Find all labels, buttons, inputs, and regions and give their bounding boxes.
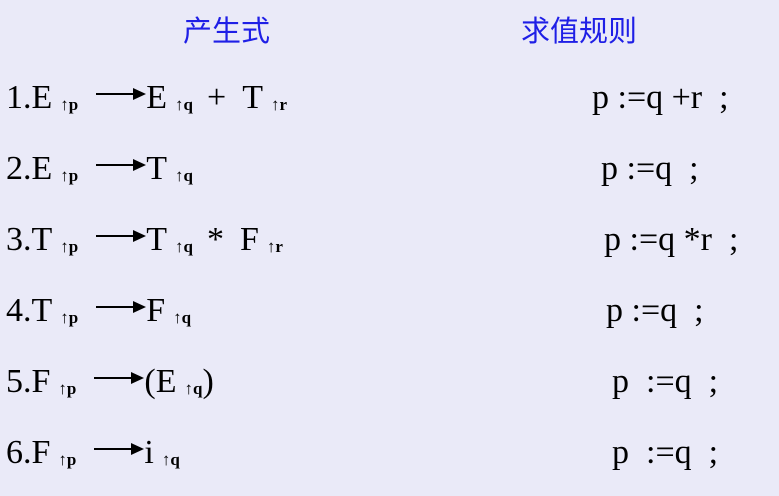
rhs-symbol-2: F: [240, 221, 259, 258]
rhs-attribute: ↑q: [173, 308, 192, 327]
evaluation-rule-2: p :=q ;: [601, 150, 699, 187]
production-1: 1.E ↑p E ↑q + T ↑r: [6, 81, 293, 115]
lhs-symbol: 3.T: [6, 221, 53, 258]
rule-row-4: 4.T ↑p F ↑q p :=q ;: [0, 294, 779, 354]
evaluation-rule-4: p :=q ;: [606, 292, 704, 329]
rule-row-2: 2.E ↑p T ↑q p :=q ;: [0, 152, 779, 212]
lhs-symbol: 5.F: [6, 363, 51, 400]
lhs-attribute: ↑p: [60, 95, 79, 114]
lhs-attribute: ↑p: [58, 379, 77, 398]
right-arrow-icon: [94, 366, 145, 390]
production-2: 2.E ↑p T ↑q: [6, 152, 199, 186]
lhs-attribute: ↑p: [60, 237, 79, 256]
evaluation-rule-6: p :=q ;: [612, 434, 719, 471]
rhs-symbol: T: [146, 221, 168, 258]
rule-row-6: 6.F ↑p i ↑q p :=q ;: [0, 436, 779, 496]
evaluation-rule-header: 求值规则: [521, 14, 638, 48]
production-header: 产生式: [183, 14, 271, 48]
operator: +: [207, 79, 227, 116]
rhs-symbol: i: [144, 434, 154, 471]
evaluation-rule-5: p :=q ;: [612, 363, 719, 400]
rhs-closing-paren: ): [202, 363, 214, 400]
evaluation-rule-3: p :=q *r ;: [604, 221, 739, 258]
production-6: 6.F ↑p i ↑q: [6, 436, 186, 470]
lhs-symbol: 6.F: [6, 434, 51, 471]
rule-row-5: 5.F ↑p (E ↑q) p :=q ;: [0, 365, 779, 425]
right-arrow-icon: [96, 82, 147, 106]
right-arrow-icon: [96, 153, 147, 177]
lhs-attribute: ↑p: [60, 308, 79, 327]
rule-row-1: 1.E ↑p E ↑q + T ↑r p :=q +r ;: [0, 81, 779, 141]
rhs-attribute-2: ↑r: [266, 237, 283, 256]
rule-row-3: 3.T ↑p T ↑q * F ↑r p :=q *r ;: [0, 223, 779, 283]
lhs-attribute: ↑p: [58, 450, 77, 469]
lhs-symbol: 2.E: [6, 150, 53, 187]
rhs-symbol: E: [146, 79, 168, 116]
production-5: 5.F ↑p (E ↑q): [6, 365, 214, 399]
rhs-attribute: ↑q: [175, 237, 193, 256]
rhs-symbol: F: [146, 292, 166, 329]
right-arrow-icon: [96, 224, 147, 248]
rhs-attribute: ↑q: [184, 379, 203, 398]
rhs-symbol: T: [146, 150, 168, 187]
production-3: 3.T ↑p T ↑q * F ↑r: [6, 223, 289, 257]
production-4: 4.T ↑p F ↑q: [6, 294, 197, 328]
lhs-attribute: ↑p: [60, 166, 79, 185]
evaluation-rule-1: p :=q +r ;: [592, 79, 729, 116]
lhs-symbol: 1.E: [6, 79, 53, 116]
rhs-symbol-2: T: [242, 79, 263, 116]
rhs-attribute: ↑q: [161, 450, 180, 469]
rhs-attribute-2: ↑r: [270, 95, 288, 114]
rhs-symbol: (E: [144, 363, 177, 400]
lhs-symbol: 4.T: [6, 292, 53, 329]
operator: *: [207, 221, 224, 258]
right-arrow-icon: [96, 295, 147, 319]
right-arrow-icon: [94, 437, 145, 461]
rhs-attribute: ↑q: [175, 95, 193, 114]
rhs-attribute: ↑q: [175, 166, 193, 185]
